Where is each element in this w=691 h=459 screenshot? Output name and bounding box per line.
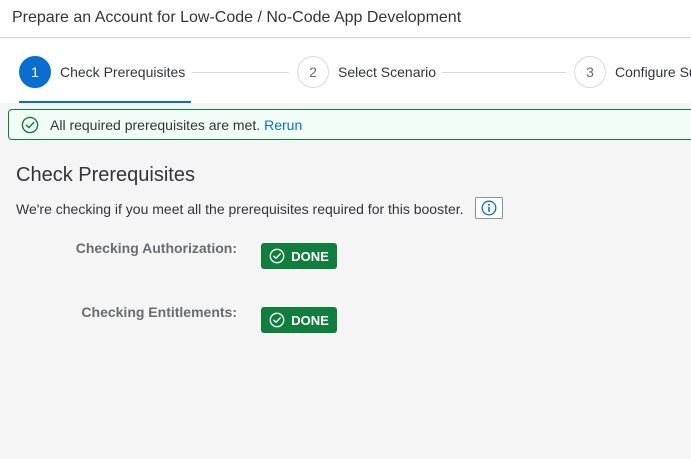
- check-circle-icon: [269, 312, 285, 328]
- step-connector: [192, 72, 289, 73]
- success-message-strip: All required prerequisites are met. Reru…: [8, 109, 691, 140]
- active-step-indicator: [19, 101, 191, 103]
- step-label-1: Check Prerequisites: [60, 64, 186, 80]
- wizard-step-2[interactable]: 2 Select Scenario: [297, 56, 436, 88]
- dialog-header: Prepare an Account for Low-Code / No-Cod…: [0, 0, 691, 38]
- wizard-progress-bar: 1 Check Prerequisites 2 Select Scenario …: [0, 39, 691, 103]
- step-label-2: Select Scenario: [338, 64, 437, 80]
- info-icon: [481, 200, 497, 216]
- message-text: All required prerequisites are met.: [50, 116, 261, 133]
- rerun-link[interactable]: Rerun: [264, 117, 302, 133]
- status-text: DONE: [291, 248, 329, 264]
- check-label-authorization: Checking Authorization:: [75, 240, 237, 256]
- step-number-2: 2: [297, 56, 329, 88]
- info-button[interactable]: [475, 197, 503, 219]
- wizard-step-3[interactable]: 3 Configure Su: [574, 56, 691, 88]
- status-badge-authorization: DONE: [261, 243, 337, 269]
- section-description: We're checking if you meet all the prere…: [16, 201, 464, 217]
- step-connector: [442, 72, 566, 73]
- check-circle-icon: [269, 248, 285, 264]
- success-check-icon: [21, 116, 39, 134]
- dialog-title: Prepare an Account for Low-Code / No-Cod…: [12, 9, 462, 26]
- status-text: DONE: [291, 312, 329, 328]
- step-number-1: 1: [19, 56, 51, 88]
- wizard-step-1[interactable]: 1 Check Prerequisites: [19, 56, 185, 88]
- status-badge-entitlements: DONE: [261, 307, 337, 333]
- step-label-3: Configure Su: [615, 64, 691, 80]
- section-title: Check Prerequisites: [16, 164, 195, 186]
- step-number-3: 3: [574, 56, 606, 88]
- check-label-entitlements: Checking Entitlements:: [81, 304, 237, 320]
